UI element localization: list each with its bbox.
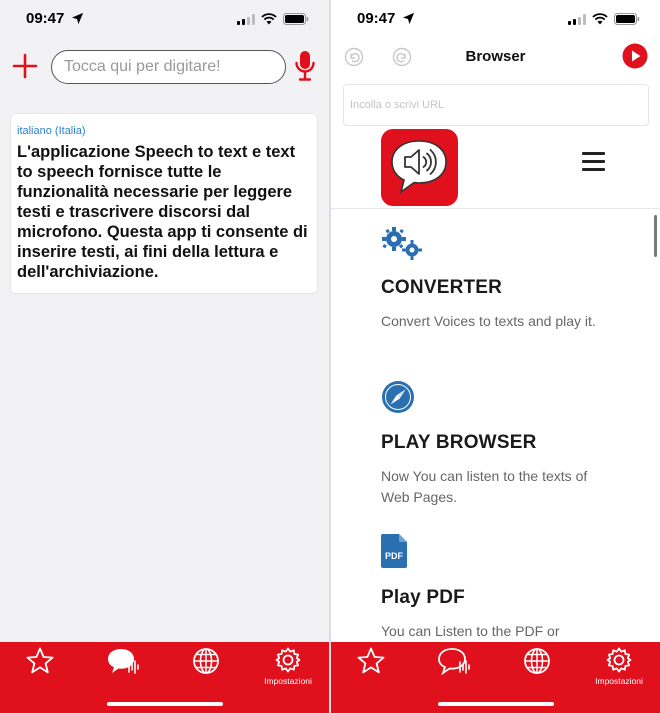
text-input[interactable]	[52, 51, 285, 83]
gears-icon	[382, 227, 422, 260]
speech-bubble-icon	[438, 648, 470, 676]
tab-settings-label: Impostazioni	[595, 676, 643, 686]
feature-play-browser-description: Now You can listen to the texts of Web P…	[381, 468, 588, 505]
home-indicator	[437, 702, 554, 706]
battery-icon	[283, 13, 309, 25]
app-logo	[381, 129, 458, 206]
url-field[interactable]	[343, 84, 649, 126]
star-icon	[357, 647, 385, 674]
status-bar: 09:47	[331, 0, 660, 38]
status-icons	[237, 13, 309, 25]
globe-icon	[524, 648, 550, 674]
gear-icon	[275, 647, 301, 673]
pdf-icon: PDF	[381, 534, 407, 568]
tab-browser[interactable]	[176, 646, 236, 690]
tab-favorites[interactable]	[341, 646, 401, 690]
language-label: italiano (Italia)	[17, 125, 86, 137]
feature-converter-description: Convert Voices to texts and play it.	[381, 313, 596, 329]
cellular-signal-icon	[568, 13, 586, 25]
input-toolbar	[0, 46, 329, 88]
feature-play-browser-title: PLAY BROWSER	[381, 432, 537, 453]
status-icons	[568, 13, 640, 25]
feature-play-pdf-description: You can Listen to the PDF or	[381, 623, 560, 639]
svg-text:PDF: PDF	[385, 551, 404, 561]
page-title: Browser	[465, 48, 526, 65]
speaker-bubble-logo-icon	[391, 140, 447, 194]
cellular-signal-icon	[237, 13, 255, 25]
web-page-header	[331, 127, 660, 209]
transcript-text: L'applicazione Speech to text e text to …	[17, 143, 308, 281]
tab-speech[interactable]	[424, 646, 484, 690]
location-arrow-icon	[402, 12, 415, 25]
scrollbar[interactable]	[654, 215, 657, 257]
browser-screen: 09:47 Browser Incolla o scrivi URL CONVE…	[331, 0, 660, 713]
status-bar: 09:47	[0, 0, 329, 38]
play-icon[interactable]	[622, 43, 648, 69]
location-arrow-icon	[71, 12, 84, 25]
compass-icon	[382, 381, 414, 413]
url-input[interactable]	[344, 85, 648, 125]
tab-settings[interactable]: Impostazioni	[258, 646, 318, 690]
gear-icon	[606, 647, 632, 673]
tab-settings[interactable]: Impostazioni	[589, 646, 649, 690]
tab-favorites[interactable]	[10, 646, 70, 690]
speech-to-text-screen: 09:47 Tocca qui per digitare! italiano (…	[0, 0, 329, 713]
status-time: 09:47	[357, 10, 396, 27]
hamburger-menu-icon[interactable]	[582, 152, 605, 171]
wifi-icon	[592, 13, 608, 25]
transcript-card[interactable]: italiano (Italia) L'applicazione Speech …	[11, 114, 317, 293]
star-icon	[26, 647, 54, 674]
wifi-icon	[261, 13, 277, 25]
tab-bar: Impostazioni	[331, 642, 660, 713]
home-indicator	[106, 702, 223, 706]
status-time: 09:47	[26, 10, 65, 27]
text-input-box[interactable]	[51, 50, 286, 84]
browser-header: Browser	[331, 40, 660, 74]
microphone-icon[interactable]	[294, 50, 316, 82]
battery-icon	[614, 13, 640, 25]
tab-bar: Impostazioni	[0, 642, 329, 713]
tab-speech[interactable]	[93, 646, 153, 690]
tab-browser[interactable]	[507, 646, 567, 690]
speech-bubble-icon	[108, 649, 139, 674]
add-plus-icon[interactable]	[12, 53, 38, 79]
tab-settings-label: Impostazioni	[264, 676, 312, 686]
feature-play-pdf-title: Play PDF	[381, 587, 465, 608]
globe-icon	[193, 648, 219, 674]
feature-converter-title: CONVERTER	[381, 277, 503, 298]
